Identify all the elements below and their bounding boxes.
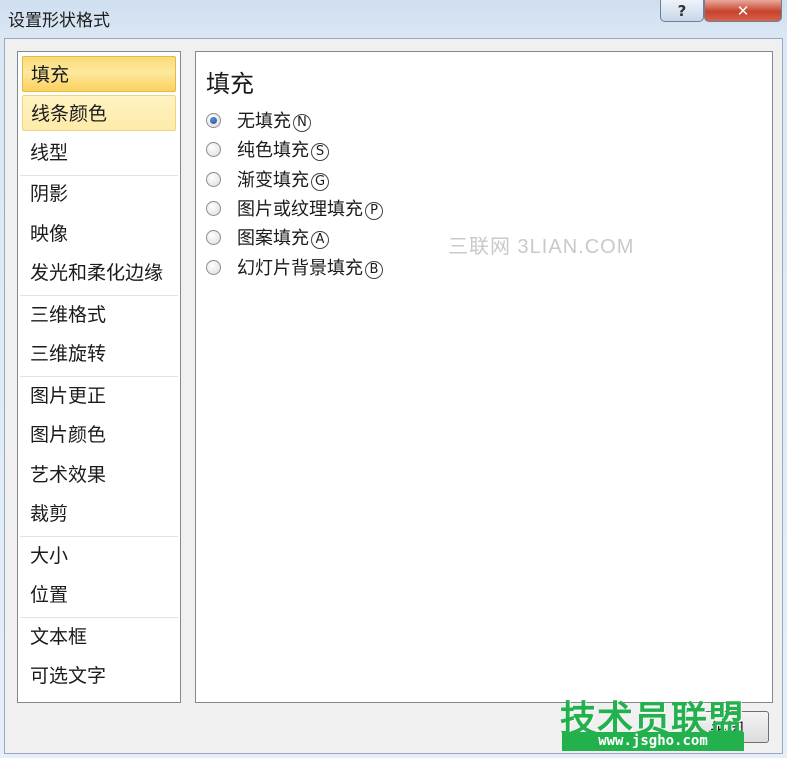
radio-picture-texture-fill[interactable]: 图片或纹理填充 P — [206, 195, 383, 221]
sidebar-item-picture-corrections[interactable]: 图片更正 — [22, 378, 176, 414]
radio-selected-dot — [210, 116, 217, 124]
sidebar-item-crop[interactable]: 裁剪 — [22, 496, 176, 532]
sidebar-separator — [20, 376, 178, 377]
panel-title: 填充 — [206, 70, 254, 98]
sidebar-item-line-style[interactable]: 线型 — [22, 135, 176, 171]
radio-label: 图案填充 — [237, 228, 309, 249]
sidebar-separator — [20, 295, 178, 296]
sidebar-item-line-color[interactable]: 线条颜色 — [22, 95, 176, 131]
sidebar-item-3d-rotation[interactable]: 三维旋转 — [22, 336, 176, 372]
radio-label: 图片或纹理填充 — [237, 199, 363, 220]
sidebar-item-reflection[interactable]: 映像 — [22, 216, 176, 252]
site-watermark: 三联网 3LIAN.COM — [448, 236, 635, 258]
sidebar-separator — [20, 617, 178, 618]
sidebar-item-fill[interactable]: 填充 — [22, 56, 176, 92]
radio-button[interactable] — [206, 200, 221, 216]
access-key: P — [365, 202, 383, 220]
radio-button[interactable] — [206, 229, 221, 245]
radio-gradient-fill[interactable]: 渐变填充 G — [206, 166, 329, 192]
sidebar-item-text-box[interactable]: 文本框 — [22, 619, 176, 655]
radio-label: 纯色填充 — [237, 140, 309, 161]
radio-label: 渐变填充 — [237, 170, 309, 191]
window-title: 设置形状格式 — [8, 11, 110, 31]
radio-pattern-fill[interactable]: 图案填充 A — [206, 224, 329, 250]
logo-url: www.jsgho.com — [562, 732, 744, 751]
category-list: 填充 线条颜色 线型 阴影 映像 发光和柔化边缘 三维格式 三维旋转 图片更正 … — [17, 51, 181, 703]
radio-button[interactable] — [206, 259, 221, 275]
radio-button[interactable] — [206, 112, 221, 128]
sidebar-item-3d-format[interactable]: 三维格式 — [22, 297, 176, 333]
help-button[interactable]: ? — [660, 0, 704, 22]
format-shape-dialog: 设置形状格式 ? ✕ 填充 线条颜色 线型 阴影 映像 发光和柔化边缘 三维格式… — [0, 0, 787, 758]
radio-label: 无填充 — [237, 111, 291, 132]
sidebar-item-alt-text[interactable]: 可选文字 — [22, 658, 176, 694]
close-window-button[interactable]: ✕ — [704, 0, 782, 22]
sidebar-separator — [20, 536, 178, 537]
radio-button[interactable] — [206, 141, 221, 157]
access-key: S — [311, 143, 329, 161]
sidebar-item-position[interactable]: 位置 — [22, 577, 176, 613]
dialog-client-area: 填充 线条颜色 线型 阴影 映像 发光和柔化边缘 三维格式 三维旋转 图片更正 … — [4, 38, 783, 754]
radio-button[interactable] — [206, 171, 221, 187]
sidebar-item-artistic-effects[interactable]: 艺术效果 — [22, 457, 176, 493]
access-key: N — [293, 114, 311, 132]
radio-solid-fill[interactable]: 纯色填充 S — [206, 136, 329, 162]
access-key: G — [311, 173, 329, 191]
access-key: A — [311, 231, 329, 249]
sidebar-item-shadow[interactable]: 阴影 — [22, 176, 176, 212]
sidebar-item-size[interactable]: 大小 — [22, 538, 176, 574]
sidebar-item-picture-color[interactable]: 图片颜色 — [22, 417, 176, 453]
fill-options-panel: 填充 无填充N 纯色填充S 渐变填充G 图片或纹理填充P 图案填充A — [195, 51, 773, 703]
radio-slide-background-fill[interactable]: 幻灯片背景填充 B — [206, 254, 383, 280]
radio-label: 幻灯片背景填充 — [237, 258, 363, 279]
access-key: B — [365, 261, 383, 279]
sidebar-item-glow-soft-edges[interactable]: 发光和柔化边缘 — [22, 255, 176, 291]
logo-watermark: 技术员联盟 www.jsgho.com — [560, 690, 746, 752]
radio-no-fill[interactable]: 无填充 N — [206, 107, 311, 133]
